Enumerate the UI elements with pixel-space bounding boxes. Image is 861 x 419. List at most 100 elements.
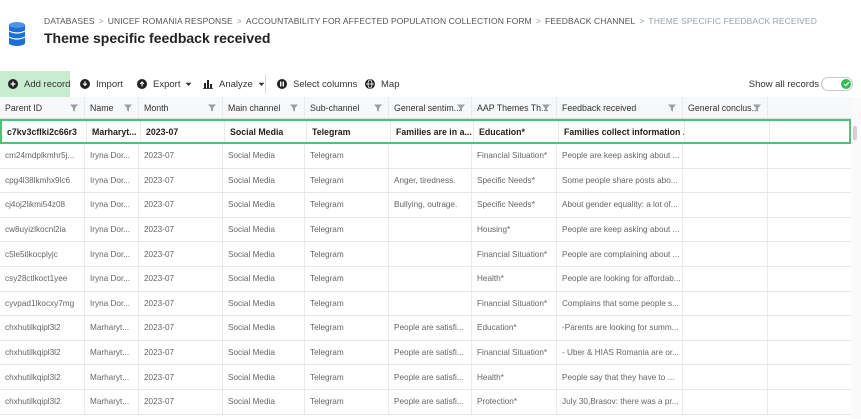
cell-main-channel[interactable]: Social Media <box>223 266 305 291</box>
cell-general-sentiment[interactable]: People are satisfi... <box>389 316 472 340</box>
cell-general-conclusion[interactable] <box>683 217 768 242</box>
import-button[interactable]: Import <box>80 71 123 97</box>
cell-name[interactable]: Marharyt... <box>85 389 139 414</box>
cell-sub-channel[interactable]: Telegram <box>305 144 389 168</box>
cell-general-sentiment[interactable] <box>389 266 472 291</box>
cell-feedback-received[interactable]: People say that they have to ... <box>557 365 683 389</box>
table-row[interactable]: cpg4l38lkmhx9lc6 Iryna Dor... 2023-07 Socia… <box>0 168 851 194</box>
breadcrumb-collection-form[interactable]: ACCOUNTABILITY FOR AFFECTED POPULATION C… <box>246 16 532 26</box>
cell-sub-channel[interactable]: Telegram <box>305 168 389 193</box>
cell-general-conclusion[interactable] <box>683 316 768 340</box>
analyze-button[interactable]: Analyze <box>203 71 265 97</box>
cell-general-sentiment[interactable]: Families are in a... <box>391 121 474 142</box>
cell-parent-id[interactable]: c7kv3cflki2c66r3 <box>2 121 87 142</box>
column-header-feedback-received[interactable]: Feedback received <box>557 97 683 118</box>
cell-general-conclusion[interactable] <box>683 291 768 316</box>
scrollbar-thumb[interactable] <box>853 126 857 140</box>
filter-icon[interactable] <box>374 104 382 112</box>
cell-sub-channel[interactable]: Telegram <box>305 193 389 217</box>
cell-month[interactable]: 2023-07 <box>139 316 223 340</box>
table-row[interactable]: cyvpad1lkocxy7mg Iryna Dor... 2023-07 Socia… <box>0 291 851 317</box>
table-row[interactable]: chxhutilkqipl3l2 Marharyt... 2023-07 Social… <box>0 389 851 415</box>
cell-name[interactable]: Iryna Dor... <box>85 217 139 242</box>
cell-feedback-received[interactable]: Complains that some people s... <box>557 291 683 316</box>
export-button[interactable]: Export <box>137 71 192 97</box>
cell-sub-channel[interactable]: Telegram <box>305 316 389 340</box>
column-header-general-conclusion[interactable]: General conclus... <box>683 97 768 118</box>
cell-general-conclusion[interactable] <box>683 193 768 217</box>
add-record-button[interactable]: Add record <box>0 71 70 97</box>
select-columns-button[interactable]: Select columns <box>277 71 357 97</box>
cell-feedback-received[interactable]: People are looking for affordab... <box>557 266 683 291</box>
table-row[interactable]: chxhutilkqipl3l2 Marharyt... 2023-07 Social… <box>0 316 851 341</box>
cell-name[interactable]: Iryna Dor... <box>85 291 139 316</box>
cell-month[interactable]: 2023-07 <box>139 266 223 291</box>
cell-main-channel[interactable]: Social Media <box>223 242 305 266</box>
column-header-parent-id[interactable]: Parent ID <box>0 97 85 118</box>
cell-aap-themes[interactable]: Specific Needs* <box>472 168 557 193</box>
table-row[interactable]: chxhutilkqipl3l2 Marharyt... 2023-07 Social… <box>0 340 851 366</box>
cell-name[interactable]: Marharyt... <box>85 316 139 340</box>
cell-sub-channel[interactable]: Telegram <box>305 340 389 365</box>
cell-parent-id[interactable]: cyvpad1lkocxy7mg <box>0 291 85 316</box>
cell-month[interactable]: 2023-07 <box>139 242 223 266</box>
cell-name[interactable]: Iryna Dor... <box>85 266 139 291</box>
cell-name[interactable]: Marharyt... <box>85 365 139 389</box>
cell-aap-themes[interactable]: Housing* <box>472 217 557 242</box>
table-row[interactable]: csy28ctlkoct1yee Iryna Dor... 2023-07 Socia… <box>0 266 851 292</box>
cell-feedback-received[interactable]: About gender equality: a lot of... <box>557 193 683 217</box>
cell-general-sentiment[interactable] <box>389 217 472 242</box>
filter-icon[interactable] <box>668 104 676 112</box>
cell-main-channel[interactable]: Social Media <box>223 291 305 316</box>
cell-name[interactable]: Marharyt... <box>85 340 139 365</box>
column-header-general-sentiment[interactable]: General sentim... <box>389 97 472 118</box>
cell-parent-id[interactable]: cpg4l38lkmhx9lc6 <box>0 168 85 193</box>
cell-sub-channel[interactable]: Telegram <box>305 217 389 242</box>
cell-aap-themes[interactable]: Specific Needs* <box>472 193 557 217</box>
cell-aap-themes[interactable]: Health* <box>472 365 557 389</box>
cell-general-sentiment[interactable]: Anger, tiredness. <box>389 168 472 193</box>
column-header-month[interactable]: Month <box>139 97 223 118</box>
cell-sub-channel[interactable]: Telegram <box>305 365 389 389</box>
cell-month[interactable]: 2023-07 <box>139 144 223 168</box>
cell-month[interactable]: 2023-07 <box>139 168 223 193</box>
cell-main-channel[interactable]: Social Media <box>223 168 305 193</box>
cell-month[interactable]: 2023-07 <box>139 217 223 242</box>
filter-icon[interactable] <box>208 104 216 112</box>
cell-main-channel[interactable]: Social Media <box>223 193 305 217</box>
cell-general-conclusion[interactable] <box>683 365 768 389</box>
cell-parent-id[interactable]: csy28ctlkoct1yee <box>0 266 85 291</box>
cell-parent-id[interactable]: cw8uyizlkocnl2ia <box>0 217 85 242</box>
cell-aap-themes[interactable]: Financial Situation* <box>472 340 557 365</box>
table-row[interactable]: c5le5tlkocplyjc Iryna Dor... 2023-07 Social… <box>0 242 851 267</box>
cell-parent-id[interactable]: chxhutilkqipl3l2 <box>0 340 85 365</box>
cell-main-channel[interactable]: Social Media <box>223 365 305 389</box>
cell-aap-themes[interactable]: Financial Situation* <box>472 242 557 266</box>
cell-main-channel[interactable]: Social Media <box>223 217 305 242</box>
cell-name[interactable]: Iryna Dor... <box>85 242 139 266</box>
filter-icon[interactable] <box>70 104 78 112</box>
cell-general-sentiment[interactable]: People are satisfi... <box>389 389 472 414</box>
cell-feedback-received[interactable]: Some people share posts abo... <box>557 168 683 193</box>
cell-name[interactable]: Iryna Dor... <box>85 168 139 193</box>
cell-sub-channel[interactable]: Telegram <box>305 291 389 316</box>
map-button[interactable]: Map <box>365 71 399 97</box>
filter-icon[interactable] <box>753 104 761 112</box>
table-row[interactable]: chxhutilkqipl3l2 Marharyt... 2023-07 Social… <box>0 365 851 390</box>
vertical-scrollbar[interactable] <box>851 97 861 419</box>
cell-main-channel[interactable]: Social Media <box>223 389 305 414</box>
cell-general-sentiment[interactable] <box>389 291 472 316</box>
table-row[interactable]: cm24mdplkmhr5j... Iryna Dor... 2023-07 Soci… <box>0 144 851 169</box>
table-row-selected[interactable]: c7kv3cflki2c66r3 Marharyt... 2023-07 Social… <box>0 119 851 144</box>
cell-month[interactable]: 2023-07 <box>139 389 223 414</box>
cell-month[interactable]: 2023-07 <box>139 365 223 389</box>
cell-aap-themes[interactable]: Education* <box>474 121 559 142</box>
cell-month[interactable]: 2023-07 <box>139 193 223 217</box>
cell-sub-channel[interactable]: Telegram <box>307 121 391 142</box>
cell-general-sentiment[interactable] <box>389 144 472 168</box>
cell-feedback-received[interactable]: -Parents are looking for summ... <box>557 316 683 340</box>
cell-parent-id[interactable]: cm24mdplkmhr5j... <box>0 144 85 168</box>
column-header-aap-themes[interactable]: AAP Themes Th... <box>472 97 557 118</box>
cell-sub-channel[interactable]: Telegram <box>305 242 389 266</box>
cell-feedback-received[interactable]: July 30,Brasov: there was a pr... <box>557 389 683 414</box>
